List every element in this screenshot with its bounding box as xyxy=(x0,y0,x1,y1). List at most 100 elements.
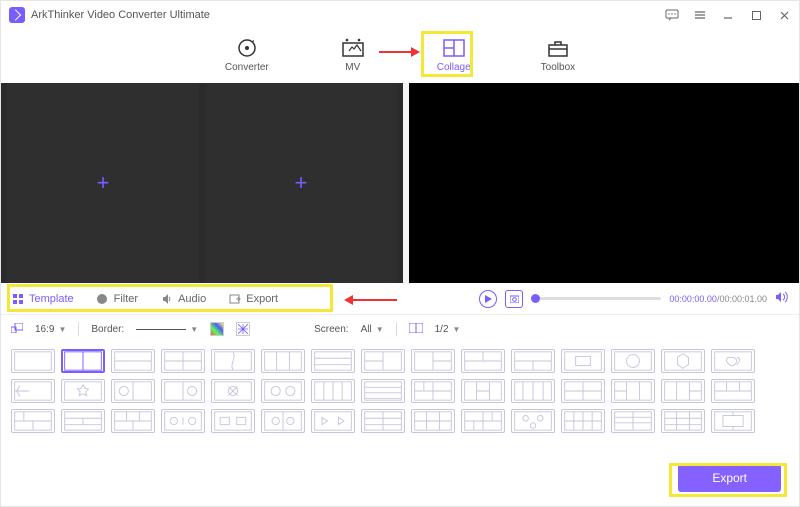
minimize-button[interactable] xyxy=(721,8,735,22)
collage-tab[interactable]: Collage xyxy=(437,37,471,73)
template-item[interactable] xyxy=(211,349,255,373)
filter-subtab[interactable]: Filter xyxy=(96,292,138,305)
screen-label: Screen: xyxy=(314,324,348,335)
template-grid xyxy=(1,343,799,439)
border-label: Border: xyxy=(91,324,124,335)
template-item[interactable] xyxy=(11,349,55,373)
template-item[interactable] xyxy=(211,379,255,403)
drop-slot-2[interactable]: + xyxy=(205,83,397,283)
template-item[interactable] xyxy=(711,379,755,403)
options-bar: 16:9▼ Border: ▼ Screen: All▼ 1/2▼ xyxy=(1,315,799,343)
template-item[interactable] xyxy=(61,409,105,433)
workspace: + + xyxy=(1,83,799,283)
template-item[interactable] xyxy=(711,349,755,373)
window-controls xyxy=(665,8,791,22)
mv-tab[interactable]: MV xyxy=(339,37,367,73)
volume-icon[interactable] xyxy=(775,290,789,308)
plus-icon: + xyxy=(97,170,110,196)
toolbox-icon xyxy=(544,37,572,59)
converter-icon xyxy=(233,37,261,59)
template-item[interactable] xyxy=(161,349,205,373)
border-style-button[interactable] xyxy=(236,322,250,336)
time-display: 00:00:00.00/00:00:01.00 xyxy=(669,294,767,304)
plus-icon: + xyxy=(295,170,308,196)
color-picker[interactable] xyxy=(210,322,224,336)
template-item[interactable] xyxy=(261,349,305,373)
converter-tab[interactable]: Converter xyxy=(225,37,269,73)
preview-slot-1 xyxy=(409,83,603,283)
template-item[interactable] xyxy=(311,349,355,373)
template-item[interactable] xyxy=(261,379,305,403)
template-item[interactable] xyxy=(511,379,555,403)
template-item[interactable] xyxy=(311,409,355,433)
template-item[interactable] xyxy=(461,409,505,433)
template-item[interactable] xyxy=(11,379,55,403)
template-item[interactable] xyxy=(611,409,655,433)
split-select[interactable]: 1/2▼ xyxy=(435,324,461,335)
ratio-select[interactable]: 16:9▼ xyxy=(35,324,66,335)
timeline-slider[interactable] xyxy=(531,297,661,300)
export-button[interactable]: Export xyxy=(678,464,781,492)
app-title: ArkThinker Video Converter Ultimate xyxy=(31,9,665,21)
template-item[interactable] xyxy=(161,379,205,403)
mv-icon xyxy=(339,37,367,59)
template-item[interactable] xyxy=(411,349,455,373)
template-item[interactable] xyxy=(461,379,505,403)
template-item[interactable] xyxy=(161,409,205,433)
template-item[interactable] xyxy=(661,349,705,373)
template-item[interactable] xyxy=(511,409,555,433)
snapshot-button[interactable] xyxy=(505,290,523,308)
titlebar: ArkThinker Video Converter Ultimate xyxy=(1,1,799,29)
ratio-icon xyxy=(11,323,23,336)
main-tabs: Converter MV Collage Toolbox xyxy=(1,29,799,83)
filter-icon xyxy=(96,292,109,305)
audio-icon xyxy=(160,292,173,305)
preview-slot-2 xyxy=(605,83,799,283)
template-item[interactable] xyxy=(661,409,705,433)
template-item[interactable] xyxy=(261,409,305,433)
maximize-button[interactable] xyxy=(749,8,763,22)
template-item[interactable] xyxy=(311,379,355,403)
template-item[interactable] xyxy=(611,349,655,373)
arrow-to-collage xyxy=(379,45,421,59)
template-item[interactable] xyxy=(11,409,55,433)
collage-icon xyxy=(440,37,468,59)
template-item[interactable] xyxy=(361,349,405,373)
template-item[interactable] xyxy=(111,409,155,433)
border-select[interactable]: ▼ xyxy=(136,325,198,334)
template-item[interactable] xyxy=(561,349,605,373)
template-item[interactable] xyxy=(511,349,555,373)
toolbox-tab[interactable]: Toolbox xyxy=(541,37,575,73)
template-item[interactable] xyxy=(461,349,505,373)
play-button[interactable] xyxy=(479,290,497,308)
export-subtab[interactable]: Export xyxy=(228,292,278,305)
collage-canvas: + + xyxy=(1,83,403,283)
audio-subtab[interactable]: Audio xyxy=(160,292,206,305)
template-item[interactable] xyxy=(61,349,105,373)
template-item[interactable] xyxy=(361,379,405,403)
menu-icon[interactable] xyxy=(693,8,707,22)
template-item[interactable] xyxy=(711,409,755,433)
sub-tabs: Template Filter Audio Export 00:00:00.00… xyxy=(1,283,799,315)
preview-panel xyxy=(403,83,799,283)
export-icon xyxy=(228,292,241,305)
template-item[interactable] xyxy=(611,379,655,403)
template-item[interactable] xyxy=(661,379,705,403)
template-item[interactable] xyxy=(411,409,455,433)
template-item[interactable] xyxy=(111,349,155,373)
screen-select[interactable]: All▼ xyxy=(361,324,384,335)
template-item[interactable] xyxy=(211,409,255,433)
split-icon xyxy=(409,323,423,336)
drop-slot-1[interactable]: + xyxy=(7,83,199,283)
template-item[interactable] xyxy=(411,379,455,403)
template-item[interactable] xyxy=(561,379,605,403)
template-item[interactable] xyxy=(61,379,105,403)
app-logo-icon xyxy=(9,7,25,23)
template-item[interactable] xyxy=(111,379,155,403)
close-button[interactable] xyxy=(777,8,791,22)
template-item[interactable] xyxy=(561,409,605,433)
app-window: ArkThinker Video Converter Ultimate Conv… xyxy=(0,0,800,507)
template-item[interactable] xyxy=(361,409,405,433)
feedback-icon[interactable] xyxy=(665,8,679,22)
template-subtab[interactable]: Template xyxy=(11,292,74,305)
